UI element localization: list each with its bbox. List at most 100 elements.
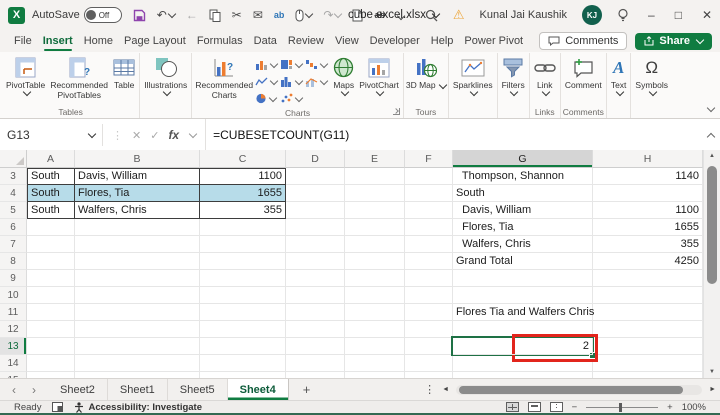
cell-E11[interactable] (345, 304, 405, 321)
select-all-corner[interactable] (0, 150, 27, 168)
cell-F10[interactable] (405, 287, 453, 304)
cell-F7[interactable] (405, 236, 453, 253)
row-header-12[interactable]: 12 (0, 321, 27, 338)
cell-C4[interactable]: 1655 (200, 185, 286, 202)
zoom-slider[interactable] (586, 407, 658, 408)
document-title[interactable]: cube excel.xlsx (348, 0, 439, 30)
column-header-A[interactable]: A (27, 150, 75, 168)
zoom-out-button[interactable]: − (572, 402, 578, 413)
cell-G13[interactable]: 2 (453, 338, 593, 355)
macro-record-icon[interactable] (52, 402, 63, 412)
cell-A13[interactable] (27, 338, 75, 355)
maximize-button[interactable]: □ (675, 8, 682, 22)
cell-H4[interactable] (593, 185, 703, 202)
autosave-switch[interactable]: Off (84, 7, 122, 23)
table-button[interactable]: Table (111, 54, 137, 92)
cell-F3[interactable] (405, 168, 453, 185)
ribbon-tab-help[interactable]: Help (431, 35, 454, 47)
cell-A14[interactable] (27, 355, 75, 372)
row-header-9[interactable]: 9 (0, 270, 27, 287)
cell-D13[interactable] (286, 338, 345, 355)
cell-B9[interactable] (75, 270, 200, 287)
line-chart-icon[interactable] (255, 76, 277, 87)
cell-E5[interactable] (345, 202, 405, 219)
cell-B7[interactable] (75, 236, 200, 253)
avatar[interactable]: KJ (582, 5, 602, 25)
sheet-tab-sheet2[interactable]: Sheet2 (48, 379, 108, 400)
cell-D4[interactable] (286, 185, 345, 202)
name-box[interactable]: G13 (0, 119, 102, 151)
cell-F14[interactable] (405, 355, 453, 372)
histogram-chart-icon[interactable] (280, 76, 302, 87)
cut-icon[interactable]: ✂ (232, 9, 242, 21)
formula-input[interactable]: =CUBESETCOUNT(G11) (205, 119, 700, 151)
cell-F4[interactable] (405, 185, 453, 202)
column-header-D[interactable]: D (286, 150, 345, 168)
ribbon-tab-page-layout[interactable]: Page Layout (124, 35, 186, 47)
cell-D14[interactable] (286, 355, 345, 372)
maps-button[interactable]: Maps (331, 54, 356, 96)
cell-A12[interactable] (27, 321, 75, 338)
sheet-tab-sheet4[interactable]: Sheet4 (228, 379, 289, 400)
cell-C6[interactable] (200, 219, 286, 236)
cell-H6[interactable]: 1655 (593, 219, 703, 236)
column-header-B[interactable]: B (75, 150, 200, 168)
row-header-10[interactable]: 10 (0, 287, 27, 304)
comment-button[interactable]: Comment (563, 54, 604, 92)
cell-A3[interactable]: South (27, 168, 75, 185)
ribbon-tab-data[interactable]: Data (254, 35, 277, 47)
redo-icon[interactable]: ↷ (323, 9, 341, 21)
undo-icon[interactable]: ↶ (157, 9, 175, 21)
column-header-G[interactable]: G (453, 150, 593, 168)
accessibility-status[interactable]: Accessibility: Investigate (74, 402, 202, 413)
row-header-8[interactable]: 8 (0, 253, 27, 270)
recommended-pivottables-button[interactable]: ? Recommended PivotTables (48, 54, 110, 102)
ribbon-tab-review[interactable]: Review (288, 35, 324, 47)
cell-E12[interactable] (345, 321, 405, 338)
share-button[interactable]: Share (635, 33, 712, 50)
cell-A5[interactable]: South (27, 202, 75, 219)
cell-C3[interactable]: 1100 (200, 168, 286, 185)
row-header-3[interactable]: 3 (0, 168, 27, 185)
ribbon-tab-formulas[interactable]: Formulas (197, 35, 243, 47)
cell-B11[interactable] (75, 304, 200, 321)
cell-C9[interactable] (200, 270, 286, 287)
cell-E7[interactable] (345, 236, 405, 253)
warning-icon[interactable]: ⚠ (453, 7, 465, 23)
cell-G3[interactable]: Thompson, Shannon (453, 168, 593, 185)
sheet-tab-sheet1[interactable]: Sheet1 (108, 379, 168, 400)
cell-B4[interactable]: Flores, Tia (75, 185, 200, 202)
add-sheet-button[interactable]: + (289, 379, 325, 400)
column-header-F[interactable]: F (405, 150, 453, 168)
filters-button[interactable]: Filters (500, 54, 527, 96)
cell-H13[interactable] (593, 338, 703, 355)
cell-F6[interactable] (405, 219, 453, 236)
cell-F9[interactable] (405, 270, 453, 287)
user-name[interactable]: Kunal Jai Kaushik (480, 9, 567, 21)
cell-A10[interactable] (27, 287, 75, 304)
cell-C5[interactable]: 355 (200, 202, 286, 219)
cell-D8[interactable] (286, 253, 345, 270)
back-icon[interactable]: ← (186, 9, 198, 21)
row-header-6[interactable]: 6 (0, 219, 27, 236)
insert-function-icon[interactable]: fx (168, 128, 179, 142)
cell-D6[interactable] (286, 219, 345, 236)
mail-icon[interactable]: ✉ (253, 9, 263, 21)
cell-A8[interactable] (27, 253, 75, 270)
vertical-scrollbar[interactable]: ▲ ▼ (703, 150, 720, 378)
cell-E9[interactable] (345, 270, 405, 287)
lightbulb-icon[interactable] (617, 8, 629, 22)
combo-chart-icon[interactable] (305, 76, 327, 87)
row-header-11[interactable]: 11 (0, 304, 27, 321)
cell-B5[interactable]: Walfers, Chris (75, 202, 200, 219)
cell-H8[interactable]: 4250 (593, 253, 703, 270)
cell-H5[interactable]: 1100 (593, 202, 703, 219)
sparklines-button[interactable]: Sparklines (451, 54, 495, 96)
cell-H3[interactable]: 1140 (593, 168, 703, 185)
cell-F12[interactable] (405, 321, 453, 338)
cell-D7[interactable] (286, 236, 345, 253)
cell-E14[interactable] (345, 355, 405, 372)
cell-D9[interactable] (286, 270, 345, 287)
tab-splitter-handle[interactable]: ⋮ (424, 383, 435, 396)
cell-E10[interactable] (345, 287, 405, 304)
